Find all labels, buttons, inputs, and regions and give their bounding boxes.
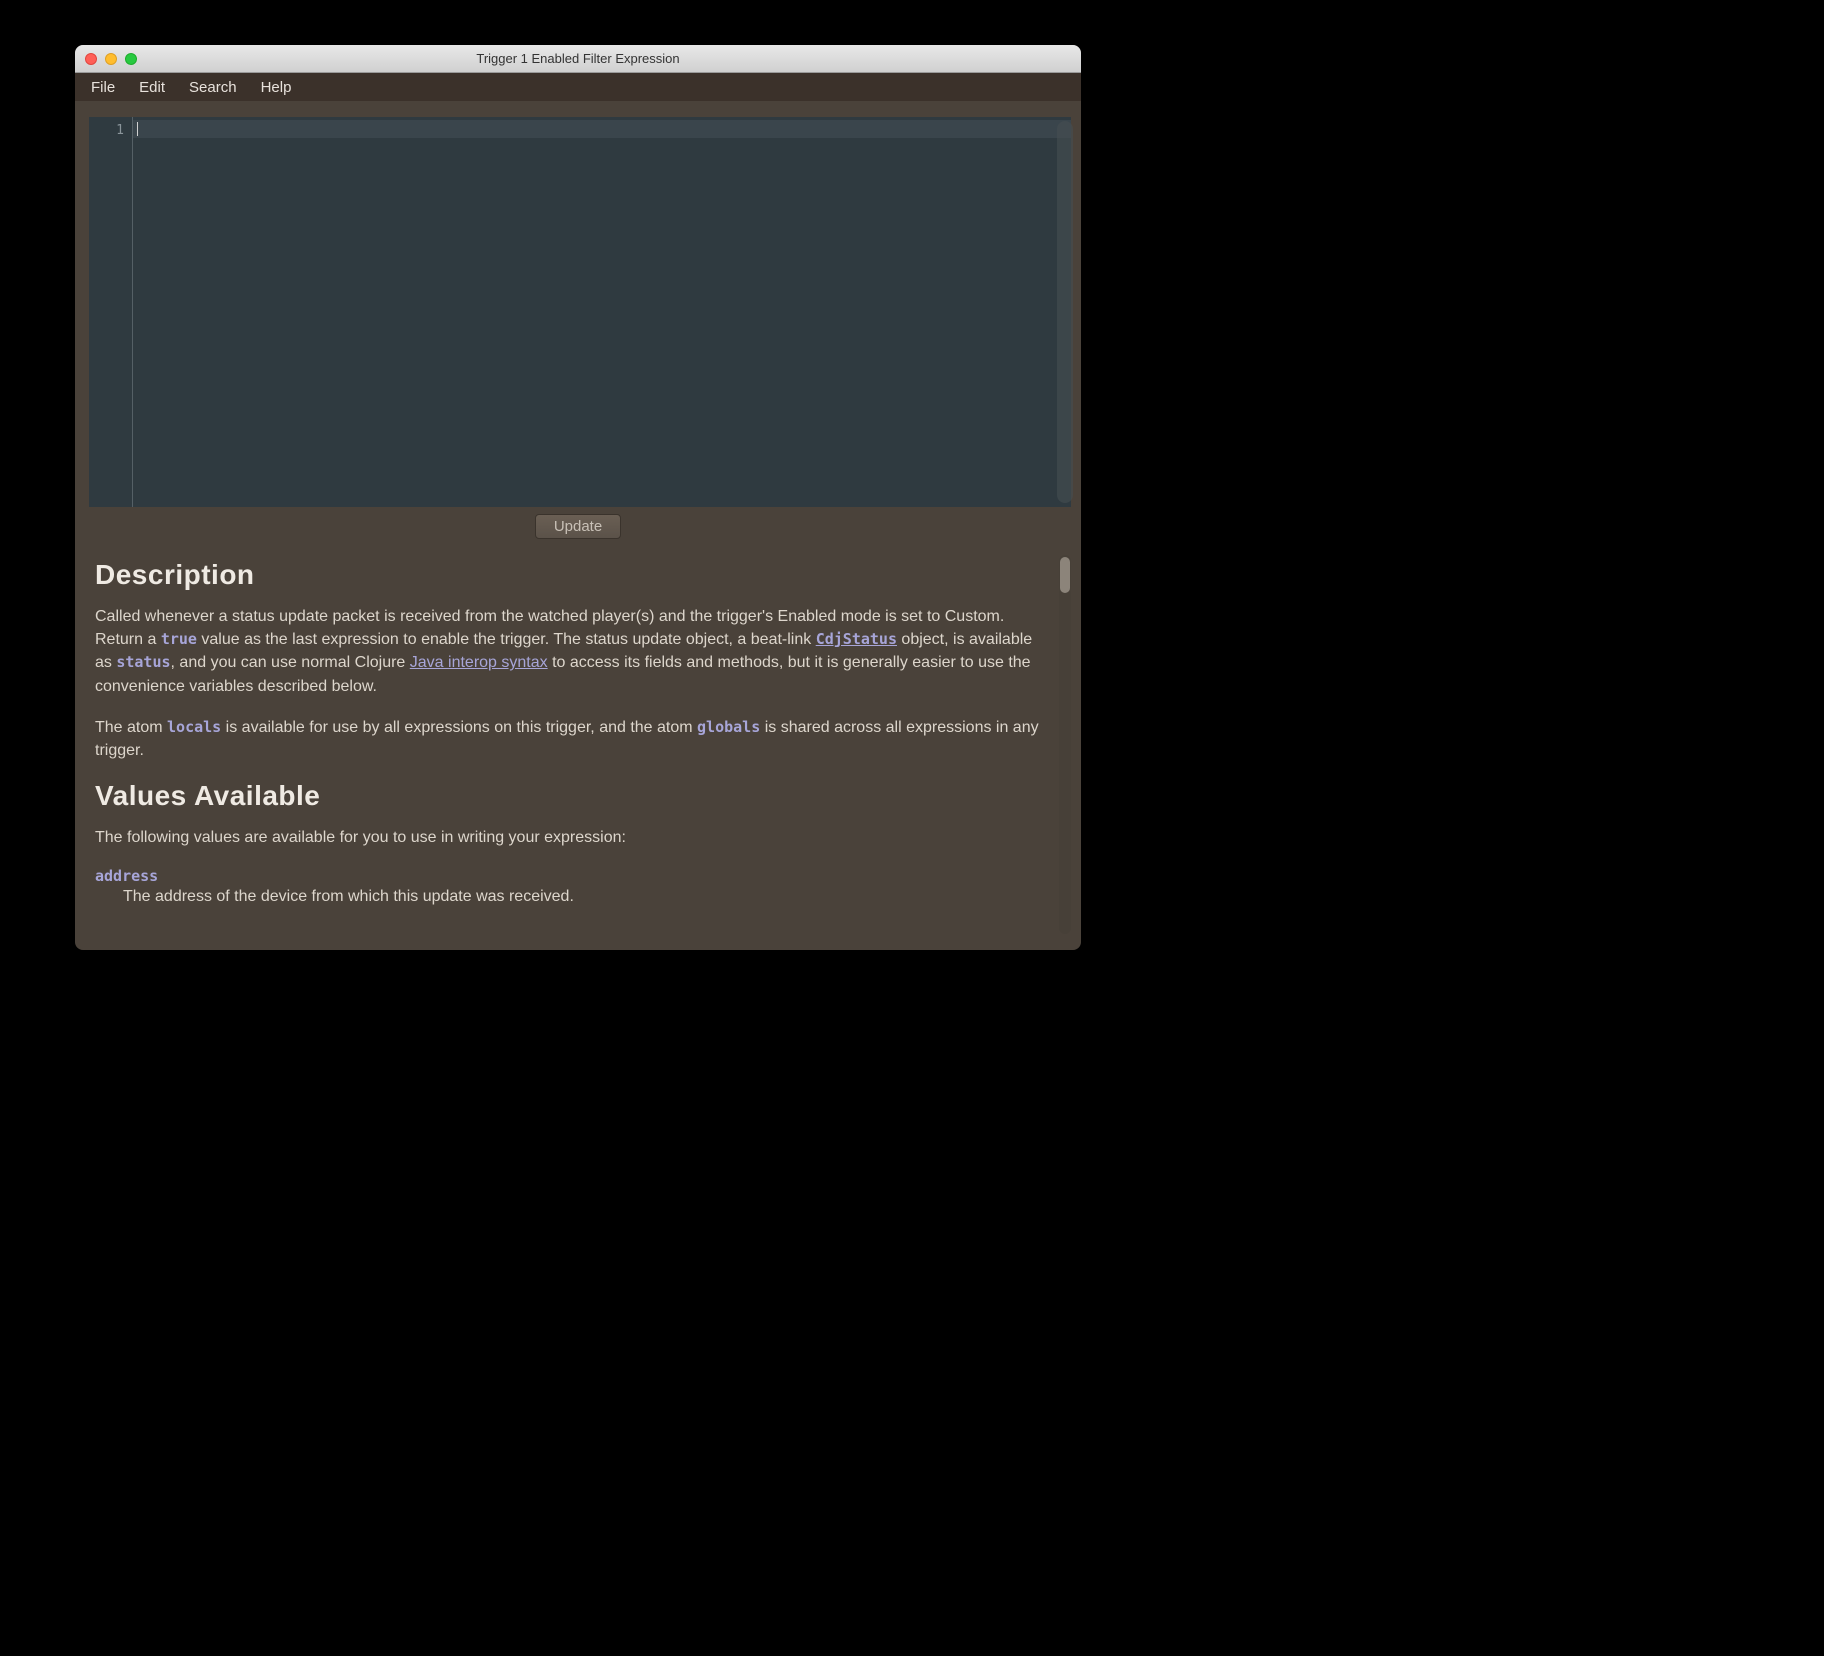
text-caret bbox=[137, 122, 138, 136]
window-controls bbox=[75, 53, 137, 65]
values-list: address The address of the device from w… bbox=[95, 867, 1051, 908]
menu-file[interactable]: File bbox=[79, 75, 127, 100]
link-cdjstatus[interactable]: CdjStatus bbox=[816, 630, 897, 648]
close-icon[interactable] bbox=[85, 53, 97, 65]
code-editor: 1 bbox=[89, 117, 1071, 507]
code-true: true bbox=[161, 630, 197, 648]
minimize-icon[interactable] bbox=[105, 53, 117, 65]
code-globals: globals bbox=[697, 718, 760, 736]
menubar: File Edit Search Help bbox=[75, 73, 1081, 101]
value-name-address: address bbox=[95, 867, 1051, 885]
update-button[interactable]: Update bbox=[535, 514, 621, 539]
doc-scrollbar-thumb[interactable] bbox=[1060, 557, 1070, 593]
code-locals: locals bbox=[167, 718, 221, 736]
editor-textarea[interactable] bbox=[133, 117, 1071, 507]
window-title: Trigger 1 Enabled Filter Expression bbox=[75, 51, 1081, 66]
button-row: Update bbox=[75, 507, 1081, 549]
titlebar: Trigger 1 Enabled Filter Expression bbox=[75, 45, 1081, 73]
documentation-panel: Description Called whenever a status upd… bbox=[89, 549, 1071, 940]
doc-scrollbar[interactable] bbox=[1059, 555, 1071, 934]
editor-window: Trigger 1 Enabled Filter Expression File… bbox=[75, 45, 1081, 950]
menu-edit[interactable]: Edit bbox=[127, 75, 177, 100]
menu-search[interactable]: Search bbox=[177, 75, 249, 100]
current-line-highlight bbox=[133, 120, 1071, 138]
heading-values: Values Available bbox=[95, 780, 1051, 812]
heading-description: Description bbox=[95, 559, 1051, 591]
values-intro: The following values are available for y… bbox=[95, 826, 1051, 849]
line-number: 1 bbox=[89, 123, 124, 138]
zoom-icon[interactable] bbox=[125, 53, 137, 65]
description-paragraph-1: Called whenever a status update packet i… bbox=[95, 605, 1051, 698]
documentation-content: Description Called whenever a status upd… bbox=[89, 559, 1071, 909]
description-paragraph-2: The atom locals is available for use by … bbox=[95, 716, 1051, 762]
code-status: status bbox=[116, 653, 170, 671]
editor-scrollbar[interactable] bbox=[1057, 121, 1073, 503]
link-java-interop[interactable]: Java interop syntax bbox=[410, 654, 548, 671]
menu-help[interactable]: Help bbox=[249, 75, 304, 100]
value-desc-address: The address of the device from which thi… bbox=[123, 885, 1051, 908]
editor-gutter: 1 bbox=[89, 117, 133, 507]
